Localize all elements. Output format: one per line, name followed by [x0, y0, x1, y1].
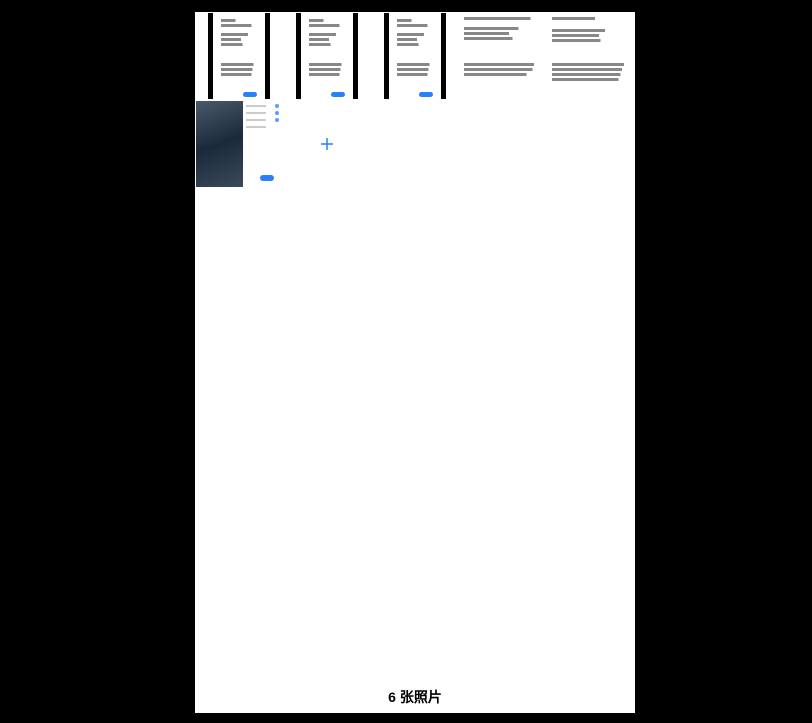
- action-pill-icon: [419, 92, 433, 97]
- photo-thumb[interactable]: [548, 13, 634, 99]
- dark-ui-preview: [196, 101, 243, 187]
- photo-thumb[interactable]: [284, 13, 370, 99]
- status-dot-icon: [275, 118, 279, 122]
- photo-thumb[interactable]: [372, 13, 458, 99]
- action-pill-icon: [260, 175, 274, 181]
- photo-grid-area: [195, 12, 635, 687]
- count-text: 6 张照片: [388, 689, 442, 705]
- phone-frame: [296, 13, 358, 99]
- status-dot-icon: [275, 111, 279, 115]
- action-pill-icon: [331, 92, 345, 97]
- photo-thumb[interactable]: [196, 101, 282, 187]
- phone-frame: [384, 13, 446, 99]
- photo-thumb[interactable]: [196, 13, 282, 99]
- photo-count-label: 6 张照片: [195, 681, 635, 713]
- plus-icon: [318, 135, 336, 153]
- status-dot-icon: [275, 104, 279, 108]
- add-photo-button[interactable]: [284, 101, 370, 187]
- action-pill-icon: [243, 92, 257, 97]
- photo-thumb[interactable]: [460, 13, 546, 99]
- photo-grid: [195, 12, 635, 188]
- phone-frame: [208, 13, 270, 99]
